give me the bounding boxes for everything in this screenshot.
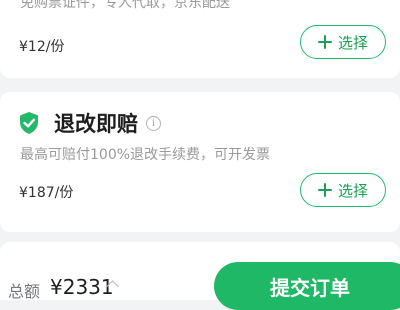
- submit-order-label: 提交订单: [270, 275, 350, 300]
- plus-icon: [317, 183, 332, 197]
- shield-check-icon: [20, 112, 38, 134]
- total-amount: ¥2331: [50, 275, 114, 299]
- total-label: 总额: [8, 282, 41, 301]
- select-button-label: 选择: [337, 33, 368, 52]
- service-title: 退改即赔: [54, 112, 138, 136]
- checkout-bar: 总额 ¥2331 提交订单: [0, 262, 400, 310]
- submit-order-button[interactable]: 提交订单: [214, 262, 400, 310]
- service-title-row: 退改即赔 i: [18, 108, 161, 138]
- info-icon[interactable]: i: [146, 115, 161, 131]
- select-button-label: 选择: [337, 181, 368, 200]
- service-price: ¥187/份: [19, 185, 74, 201]
- plus-icon: [317, 35, 332, 49]
- service-card-refund-guarantee: 退改即赔 i 最高可赔付100%退改手续费，可开发票 ¥187/份 选择: [0, 92, 400, 232]
- service-card-delivery: 免购票证件，专人代取，京东配送 ¥12/份 选择: [0, 0, 400, 78]
- select-button[interactable]: 选择: [300, 25, 386, 59]
- service-description: 免购票证件，专人代取，京东配送: [20, 0, 230, 11]
- service-description: 最高可赔付100%退改手续费，可开发票: [20, 147, 271, 163]
- service-price: ¥12/份: [19, 39, 65, 55]
- select-button[interactable]: 选择: [300, 173, 386, 207]
